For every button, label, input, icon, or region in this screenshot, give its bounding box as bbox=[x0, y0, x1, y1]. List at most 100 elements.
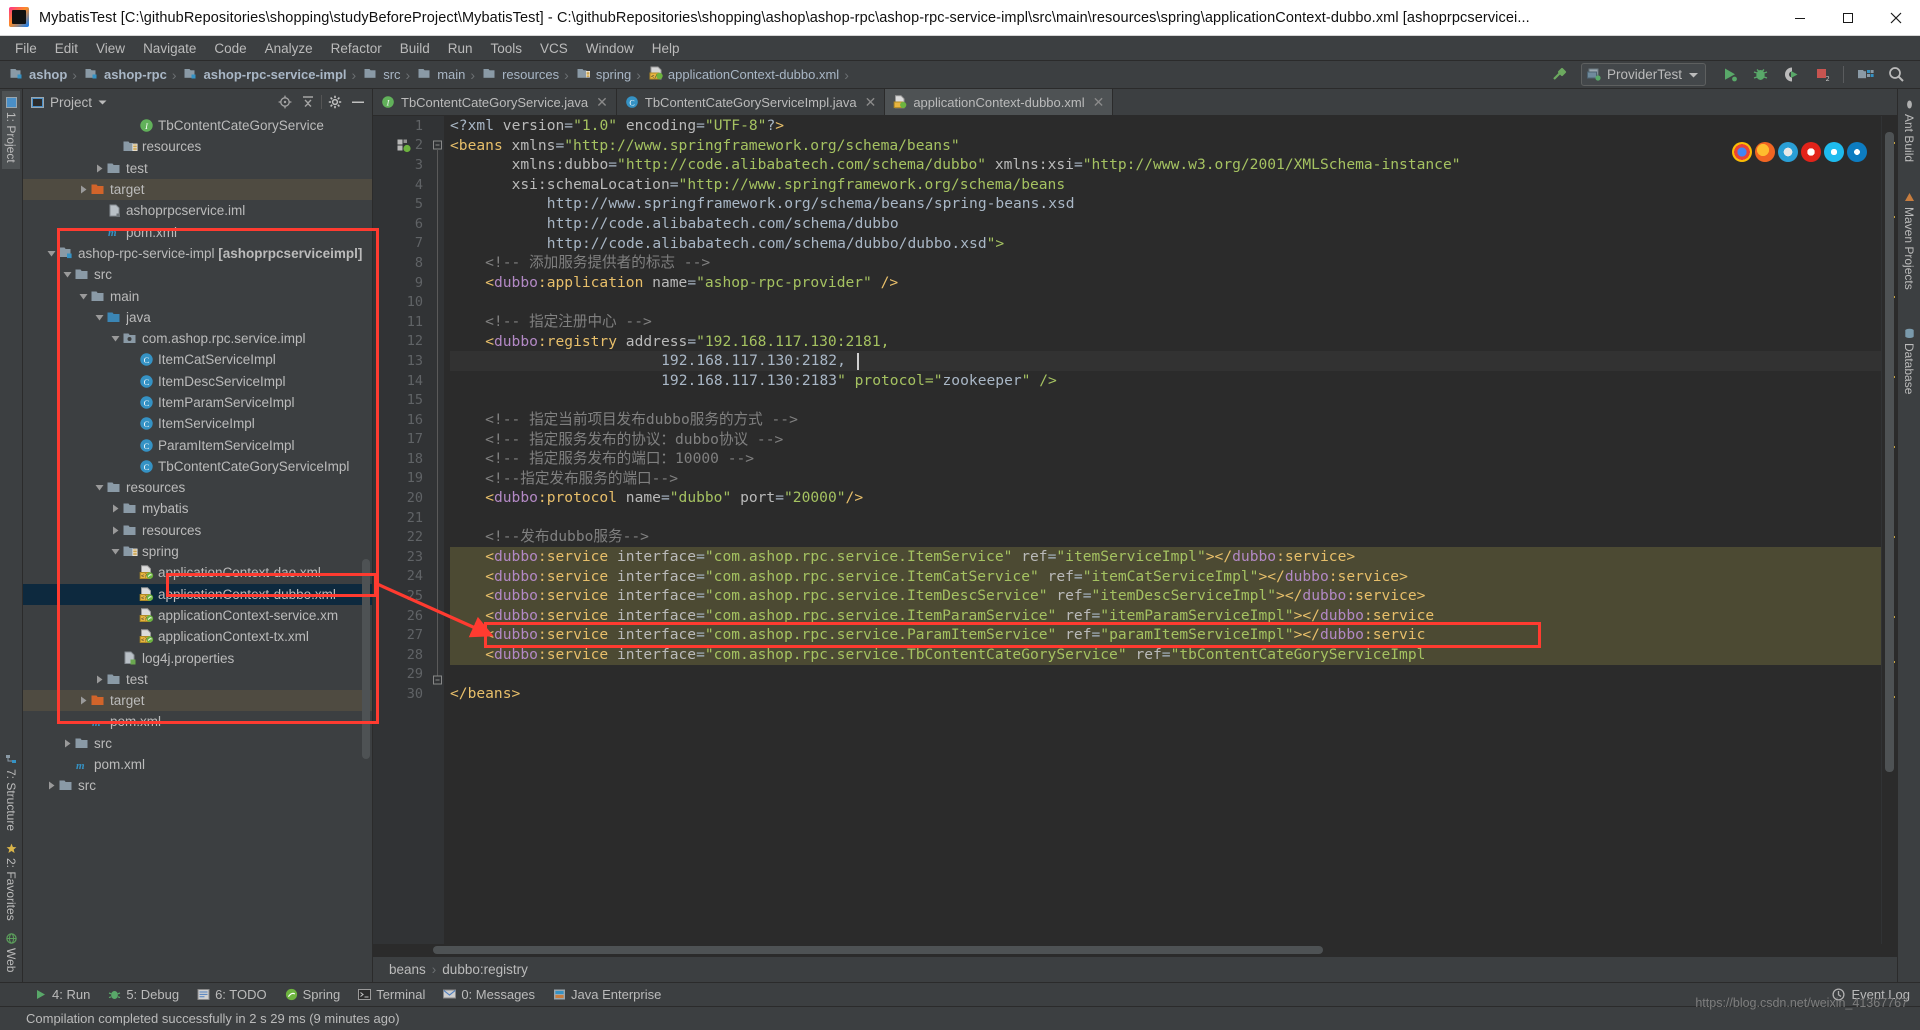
maximize-button[interactable] bbox=[1824, 0, 1872, 36]
tree-node[interactable]: src bbox=[23, 264, 372, 285]
breadcrumb-item-ashop-rpc-service-impl[interactable]: ashop-rpc-service-impl › bbox=[178, 64, 358, 86]
tree-node[interactable]: resources bbox=[23, 136, 372, 157]
chevron-down-icon[interactable] bbox=[45, 249, 58, 258]
project-tree-scrollbar[interactable] bbox=[362, 559, 370, 759]
breadcrumb-item-ashop[interactable]: ashop › bbox=[4, 64, 79, 86]
project-structure-icon[interactable] bbox=[1851, 63, 1879, 87]
sidebar-item-structure[interactable]: 7: Structure bbox=[2, 748, 20, 837]
code-line[interactable]: <?xml version="1.0" encoding="UTF-8"?> bbox=[450, 116, 1881, 136]
tree-node[interactable]: <?> applicationContext-tx.xml bbox=[23, 626, 372, 647]
sidebar-item-maven[interactable]: Maven Projects bbox=[1900, 186, 1918, 296]
code-line[interactable]: <!--指定发布服务的端口--> bbox=[450, 469, 1881, 489]
chevron-down-icon[interactable] bbox=[98, 99, 107, 106]
code-line[interactable] bbox=[450, 665, 1881, 685]
code-line[interactable]: http://code.alibabatech.com/schema/dubbo bbox=[450, 214, 1881, 234]
code-line[interactable]: <dubbo:service interface="com.ashop.rpc.… bbox=[450, 586, 1881, 606]
menu-item-run[interactable]: Run bbox=[439, 39, 482, 58]
tree-node[interactable]: com.ashop.rpc.service.impl bbox=[23, 328, 372, 349]
tree-node[interactable]: C ItemDescServiceImpl bbox=[23, 371, 372, 392]
debug-icon[interactable] bbox=[1746, 63, 1774, 87]
breadcrumb-item-resources[interactable]: resources › bbox=[477, 64, 571, 86]
tree-node[interactable]: m pom.xml bbox=[23, 221, 372, 242]
tree-node[interactable]: <?> applicationContext-dubbo.xml bbox=[23, 583, 372, 605]
editor-horizontal-scrollbar[interactable] bbox=[373, 944, 1897, 956]
bottom-tab-0-messages[interactable]: 0: Messages bbox=[435, 985, 543, 1004]
tree-node[interactable]: src bbox=[23, 733, 372, 754]
tree-node[interactable]: spring bbox=[23, 541, 372, 562]
tree-node[interactable]: target bbox=[23, 178, 372, 201]
editor-breadcrumb-item[interactable]: beans bbox=[389, 962, 426, 977]
spring-bean-gutter-icon[interactable] bbox=[397, 139, 411, 156]
chevron-down-icon[interactable] bbox=[93, 483, 106, 492]
locate-icon[interactable] bbox=[275, 92, 295, 112]
chevron-right-icon[interactable] bbox=[109, 504, 122, 513]
sidebar-item-ant-build[interactable]: Ant Build bbox=[1900, 93, 1918, 168]
code-line[interactable]: <!-- 指定注册中心 --> bbox=[450, 312, 1881, 332]
breadcrumb-item-applicationcontext-dubbo-xml[interactable]: </> applicationContext-dubbo.xml › bbox=[643, 64, 851, 86]
firefox-icon[interactable] bbox=[1755, 142, 1775, 162]
close-icon[interactable]: ✕ bbox=[865, 94, 877, 111]
code-line[interactable] bbox=[450, 508, 1881, 528]
close-icon[interactable]: ✕ bbox=[1093, 94, 1105, 111]
sidebar-item-database[interactable]: Database bbox=[1900, 322, 1918, 400]
tree-node[interactable]: C ItemParamServiceImpl bbox=[23, 392, 372, 413]
editor-gutter[interactable]: 1 2 3 4 5 6 7 8 9 10 11 12 13 14 15 16 17 18 19 20 21 22 23 24 2… bbox=[373, 116, 431, 944]
edge-icon[interactable] bbox=[1847, 142, 1867, 162]
code-content[interactable]: <?xml version="1.0" encoding="UTF-8"?> <b… bbox=[444, 116, 1881, 944]
code-line[interactable]: <dubbo:registry address="192.168.117.130… bbox=[450, 332, 1881, 352]
minimize-button[interactable] bbox=[1776, 0, 1824, 36]
chevron-right-icon[interactable] bbox=[109, 526, 122, 535]
code-line[interactable]: <dubbo:service interface="com.ashop.rpc.… bbox=[450, 645, 1881, 665]
tree-node[interactable]: C ItemServiceImpl bbox=[23, 413, 372, 434]
code-line[interactable]: <dubbo:application name="ashop-rpc-provi… bbox=[450, 273, 1881, 293]
bottom-tab-java-enterprise[interactable]: Java Enterprise bbox=[545, 985, 669, 1004]
code-line[interactable]: <dubbo:service interface="com.ashop.rpc.… bbox=[450, 625, 1881, 646]
chevron-down-icon[interactable] bbox=[93, 313, 106, 322]
code-line[interactable] bbox=[450, 292, 1881, 312]
close-button[interactable] bbox=[1872, 0, 1920, 36]
chevron-down-icon[interactable] bbox=[77, 292, 90, 301]
code-line[interactable]: xmlns:dubbo="http://code.alibabatech.com… bbox=[450, 155, 1881, 175]
tree-node[interactable]: resources bbox=[23, 520, 372, 541]
browser-preview-icons[interactable] bbox=[1726, 138, 1873, 166]
code-line[interactable] bbox=[450, 390, 1881, 410]
chevron-down-icon[interactable] bbox=[61, 270, 74, 279]
tree-node[interactable]: m pom.xml bbox=[23, 711, 372, 732]
search-everywhere-icon[interactable] bbox=[1882, 63, 1910, 87]
bottom-tab-spring[interactable]: Spring bbox=[277, 985, 349, 1004]
code-line[interactable]: <dubbo:service interface="com.ashop.rpc.… bbox=[450, 547, 1881, 567]
stop-icon[interactable]: 2 bbox=[1808, 63, 1836, 87]
menu-item-file[interactable]: File bbox=[6, 39, 46, 58]
safari-icon[interactable] bbox=[1778, 142, 1798, 162]
chevron-right-icon[interactable] bbox=[77, 696, 90, 705]
breadcrumb-item-src[interactable]: src › bbox=[358, 64, 412, 86]
chevron-right-icon[interactable] bbox=[93, 675, 106, 684]
code-line[interactable]: <!-- 指定当前项目发布dubbo服务的方式 --> bbox=[450, 410, 1881, 430]
menu-item-window[interactable]: Window bbox=[577, 39, 643, 58]
bottom-tab-5-debug[interactable]: 5: Debug bbox=[100, 985, 187, 1004]
tree-node[interactable]: <?> applicationContext-dao.xml bbox=[23, 562, 372, 583]
breadcrumb-item-ashop-rpc[interactable]: ashop-rpc › bbox=[79, 64, 179, 86]
menu-item-code[interactable]: Code bbox=[205, 39, 255, 58]
code-line[interactable]: <!-- 指定服务发布的协议：dubbo协议 --> bbox=[450, 430, 1881, 450]
gear-icon[interactable] bbox=[325, 92, 345, 112]
tree-node[interactable]: ashoprpcservice.iml bbox=[23, 200, 372, 221]
code-line[interactable]: <dubbo:service interface="com.ashop.rpc.… bbox=[450, 566, 1881, 587]
code-line[interactable]: <!-- 指定服务发布的端口：10000 --> bbox=[450, 449, 1881, 469]
tree-node[interactable]: C TbContentCateGoryServiceImpl bbox=[23, 456, 372, 477]
run-with-coverage-icon[interactable] bbox=[1777, 63, 1805, 87]
editor-breadcrumb-item[interactable]: dubbo:registry bbox=[442, 962, 528, 977]
chevron-down-icon[interactable] bbox=[109, 334, 122, 343]
code-line[interactable]: <dubbo:service interface="com.ashop.rpc.… bbox=[450, 605, 1881, 626]
sidebar-item-project[interactable]: 1: Project bbox=[2, 91, 20, 169]
tree-node[interactable]: log4j.properties bbox=[23, 647, 372, 668]
chrome-icon[interactable] bbox=[1732, 142, 1752, 162]
tree-node[interactable]: C ParamItemServiceImpl bbox=[23, 434, 372, 455]
close-icon[interactable]: ✕ bbox=[596, 94, 608, 111]
code-line[interactable]: </beans> bbox=[450, 684, 1881, 704]
tree-node[interactable]: C ItemCatServiceImpl bbox=[23, 349, 372, 370]
opera-icon[interactable] bbox=[1801, 142, 1821, 162]
internet-explorer-icon[interactable] bbox=[1824, 142, 1844, 162]
tree-node[interactable]: java bbox=[23, 307, 372, 328]
tree-node[interactable]: resources bbox=[23, 477, 372, 498]
